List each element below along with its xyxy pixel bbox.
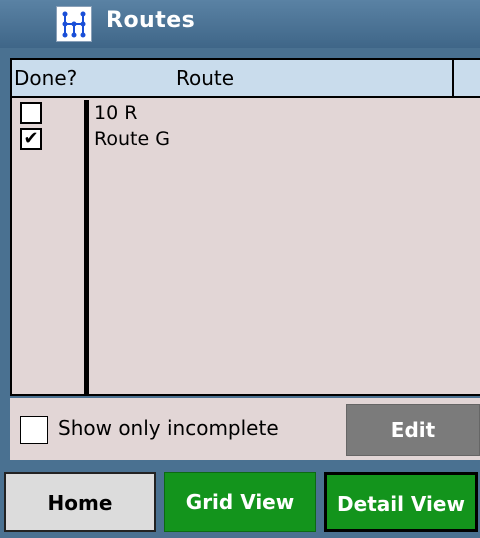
grid-view-button[interactable]: Grid View — [164, 472, 316, 532]
table-row[interactable]: 10 R — [12, 100, 478, 126]
home-button[interactable]: Home — [4, 472, 156, 532]
done-checkbox[interactable] — [20, 102, 42, 124]
table-header: Done? Route — [12, 60, 480, 98]
done-checkbox[interactable]: ✔ — [20, 128, 42, 150]
grid-icon — [56, 6, 92, 42]
detail-view-button[interactable]: Detail View — [324, 472, 478, 532]
bottom-nav: Home Grid View Detail View — [0, 462, 480, 538]
route-name: Route G — [94, 128, 170, 150]
column-header-done[interactable]: Done? — [14, 66, 77, 90]
edit-button[interactable]: Edit — [346, 404, 480, 456]
filter-bar: Show only incomplete Edit — [10, 398, 480, 460]
table-row[interactable]: ✔ Route G — [12, 126, 478, 152]
show-only-incomplete-label[interactable]: Show only incomplete — [58, 416, 279, 440]
column-divider[interactable] — [452, 60, 454, 96]
routes-table: Done? Route 10 R ✔ Route G — [10, 58, 480, 396]
routes-app: Routes Done? Route 10 R ✔ Route G Show o… — [0, 0, 480, 538]
show-only-incomplete-checkbox[interactable] — [20, 416, 48, 444]
window-title: Routes — [106, 8, 196, 33]
column-header-route[interactable]: Route — [176, 66, 234, 90]
title-bar: Routes — [0, 0, 480, 48]
route-name: 10 R — [94, 102, 138, 124]
